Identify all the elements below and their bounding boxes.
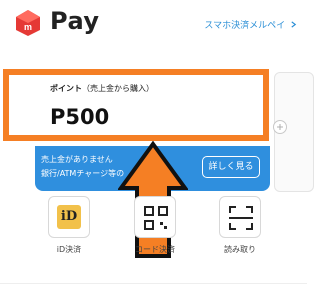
id-payment-label: iD決済 [56,245,82,254]
banner-message: 売上金がありません [41,155,113,164]
code-payment-action[interactable]: コード決済 [125,196,185,266]
scan-label: 読み取り [224,245,256,254]
app-name: Pay [50,7,100,35]
merpay-info-link[interactable]: スマホ決済メルペイ [204,18,297,31]
merpay-logo-icon: m [16,10,40,36]
qr-code-icon [144,206,168,230]
code-payment-label: コード決済 [135,245,175,254]
chevron-right-icon [291,21,297,28]
scan-frame-icon [229,206,253,230]
details-button[interactable]: 詳しく見る [202,156,260,178]
banner-submessage: 銀行/ATMチャージ等の [41,169,125,178]
svg-text:m: m [24,22,32,32]
plus-circle-icon[interactable] [273,120,287,134]
app-header: m Pay スマホ決済メルペイ [0,0,307,50]
id-icon-text: iD [60,209,78,224]
highlight-frame [3,69,269,141]
code-payment-tile[interactable] [134,196,176,238]
id-payment-action[interactable]: iD iD決済 [39,196,99,266]
merpay-info-link-label: スマホ決済メルペイ [204,21,286,31]
scan-tile[interactable] [219,196,261,238]
scan-action[interactable]: 読み取り [210,196,270,266]
divider [0,283,307,284]
id-payment-icon: iD [57,205,81,229]
id-payment-tile[interactable]: iD [48,196,90,238]
